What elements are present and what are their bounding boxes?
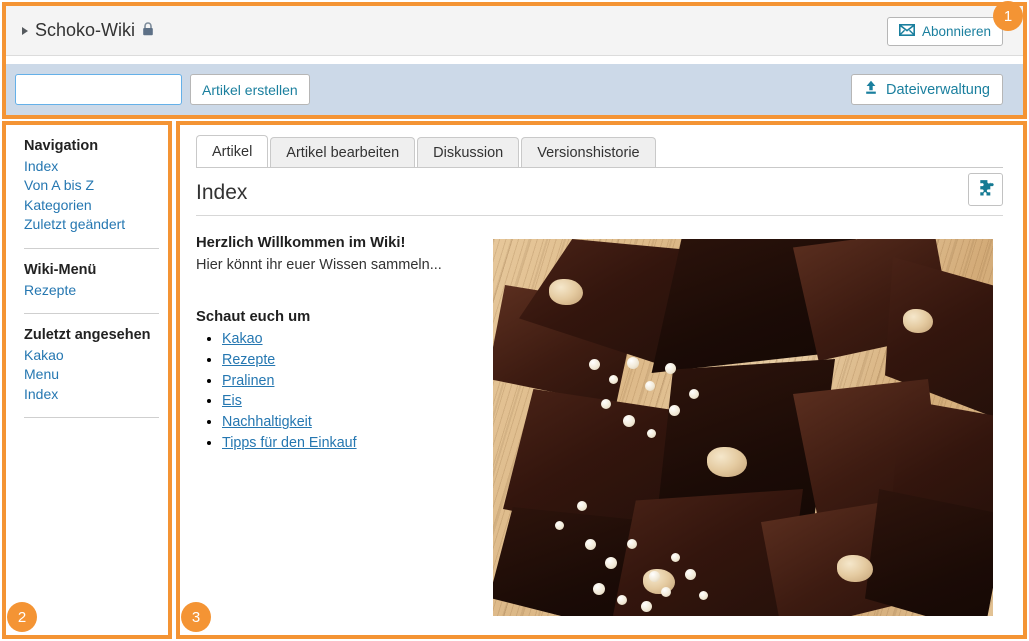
article-link-eis[interactable]: Eis (222, 393, 242, 409)
puzzle-piece-icon (977, 179, 994, 201)
welcome-text: Hier könnt ihr euer Wissen sammeln... (196, 257, 442, 273)
subscribe-label: Abonnieren (921, 24, 991, 39)
tab-bar: Artikel Artikel bearbeiten Diskussion Ve… (196, 135, 656, 168)
sidebar-item-kakao[interactable]: Kakao (24, 346, 159, 365)
welcome-heading: Herzlich Willkommen im Wiki! (196, 235, 406, 251)
annotation-badge-3: 3 (181, 602, 211, 632)
annotation-badge-2: 2 (7, 602, 37, 632)
puzzle-piece-button[interactable] (968, 173, 1003, 206)
sidebar-group-wiki-menu: Wiki-Menü Rezepte (24, 261, 159, 300)
sidebar-item-index-recent[interactable]: Index (24, 385, 159, 404)
article-body: Herzlich Willkommen im Wiki! Hier könnt … (196, 235, 486, 454)
article-header: Index (196, 173, 1003, 216)
annotation-badge-1: 1 (993, 1, 1023, 31)
list-item: Pralinen (222, 371, 486, 392)
sidebar-heading-navigation: Navigation (24, 138, 99, 154)
article-link-kakao[interactable]: Kakao (222, 331, 263, 347)
sidebar-divider-1 (24, 247, 159, 249)
article-link-pralinen[interactable]: Pralinen (222, 373, 274, 389)
wiki-toolbar: Artikel erstellen Dateiverwaltung (6, 64, 1023, 115)
tab-artikel[interactable]: Artikel (196, 135, 269, 168)
chocolate-bark-photo (493, 239, 993, 616)
article-link-list: Kakao Rezepte Pralinen Eis Nachhaltigkei… (196, 329, 486, 454)
sidebar-item-index[interactable]: Index (24, 157, 159, 176)
list-item: Eis (222, 391, 486, 412)
tab-versionshistorie[interactable]: Versionshistorie (521, 137, 656, 168)
list-item: Kakao (222, 329, 486, 350)
article-link-rezepte[interactable]: Rezepte (222, 352, 275, 368)
sidebar-item-zuletzt-geaendert[interactable]: Zuletzt geändert (24, 215, 159, 234)
tab-diskussion[interactable]: Diskussion (417, 137, 520, 168)
sidebar-heading-wiki-menu: Wiki-Menü (24, 261, 97, 278)
file-management-button[interactable]: Dateiverwaltung (851, 74, 1003, 105)
sidebar-item-menu[interactable]: Menu (24, 365, 159, 384)
sidebar-divider-2 (24, 313, 159, 315)
tab-bar-underline (196, 167, 1003, 168)
main-content-panel: Artikel Artikel bearbeiten Diskussion Ve… (182, 127, 1021, 633)
list-item: Rezepte (222, 350, 486, 371)
sidebar-item-von-a-bis-z[interactable]: Von A bis Z (24, 176, 159, 195)
triangle-right-icon[interactable] (22, 26, 28, 35)
page-title: Schoko-Wiki (35, 20, 136, 40)
envelope-icon (898, 24, 915, 39)
wiki-title-group[interactable]: Schoko-Wiki (22, 20, 154, 41)
search-input[interactable] (15, 74, 182, 105)
wiki-header-bar: Schoko-Wiki Abonnieren (6, 6, 1023, 56)
sidebar-heading-recently-viewed: Zuletzt angesehen (24, 327, 151, 344)
article-title: Index (196, 181, 248, 204)
sidebar-divider-3 (24, 417, 159, 419)
article-title-divider (196, 215, 1003, 216)
sidebar-item-rezepte[interactable]: Rezepte (24, 281, 159, 300)
tab-artikel-bearbeiten[interactable]: Artikel bearbeiten (270, 137, 416, 168)
screenshot-root: Schoko-Wiki Abonnieren Artikel erstellen (0, 0, 1029, 641)
browse-heading: Schaut euch um (196, 309, 311, 325)
sidebar-group-recently-viewed: Zuletzt angesehen Kakao Menu Index (24, 326, 159, 404)
sidebar-item-kategorien[interactable]: Kategorien (24, 196, 159, 215)
sidebar: Navigation Index Von A bis Z Kategorien … (8, 127, 166, 633)
sidebar-group-navigation: Navigation Index Von A bis Z Kategorien … (24, 137, 159, 235)
article-link-tipps-einkauf[interactable]: Tipps für den Einkauf (222, 435, 357, 451)
list-item: Tipps für den Einkauf (222, 433, 486, 454)
file-management-label: Dateiverwaltung (886, 81, 990, 98)
list-item: Nachhaltigkeit (222, 412, 486, 433)
upload-icon (864, 80, 878, 99)
article-link-nachhaltigkeit[interactable]: Nachhaltigkeit (222, 414, 312, 430)
create-article-button[interactable]: Artikel erstellen (190, 74, 310, 105)
subscribe-button[interactable]: Abonnieren (886, 17, 1003, 46)
lock-icon (142, 21, 154, 36)
